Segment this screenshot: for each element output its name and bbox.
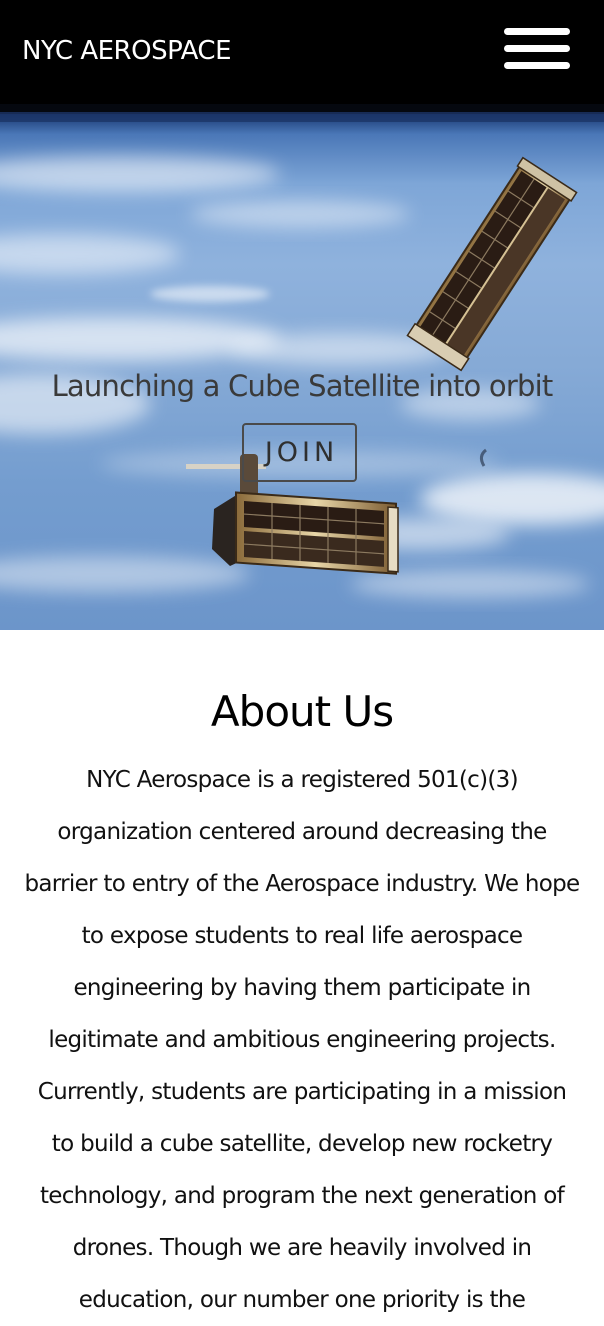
hamburger-bar <box>504 62 570 69</box>
about-text-line: drones. Though we are heavily involved i… <box>72 1235 532 1261</box>
top-navigation-bar: NYC AEROSPACE <box>0 0 604 104</box>
about-text-line: education, our number one priority is th… <box>78 1287 526 1313</box>
hamburger-bar <box>504 28 570 35</box>
site-brand-link[interactable]: NYC AEROSPACE <box>22 33 232 69</box>
about-text-line: engineering by having them participate i… <box>73 975 531 1001</box>
about-text-line: organization centered around decreasing … <box>57 819 547 845</box>
about-text-line: barrier to entry of the Aerospace indust… <box>24 871 581 897</box>
about-text-line: to build a cube satellite, develop new r… <box>51 1131 553 1157</box>
hamburger-bar <box>504 45 570 52</box>
hero-banner: Launching a Cube Satellite into orbit JO… <box>0 104 604 630</box>
about-text-line: technology, and program the next generat… <box>39 1183 565 1209</box>
about-text-line: legitimate and ambitious engineering pro… <box>48 1027 556 1053</box>
about-text-line: to expose students to real life aerospac… <box>81 923 523 949</box>
join-button[interactable]: JOIN <box>242 423 357 482</box>
cube-satellite-upper <box>406 156 578 372</box>
about-text-line: Currently, students are participating in… <box>37 1079 567 1105</box>
about-heading: About Us <box>210 687 394 736</box>
about-paragraph: NYC Aerospace is a registered 501(c)(3) … <box>6 754 598 1326</box>
hamburger-menu-icon[interactable] <box>496 22 578 76</box>
about-text-line: NYC Aerospace is a registered 501(c)(3) <box>86 767 518 793</box>
hero-tagline: Launching a Cube Satellite into orbit <box>51 369 554 403</box>
